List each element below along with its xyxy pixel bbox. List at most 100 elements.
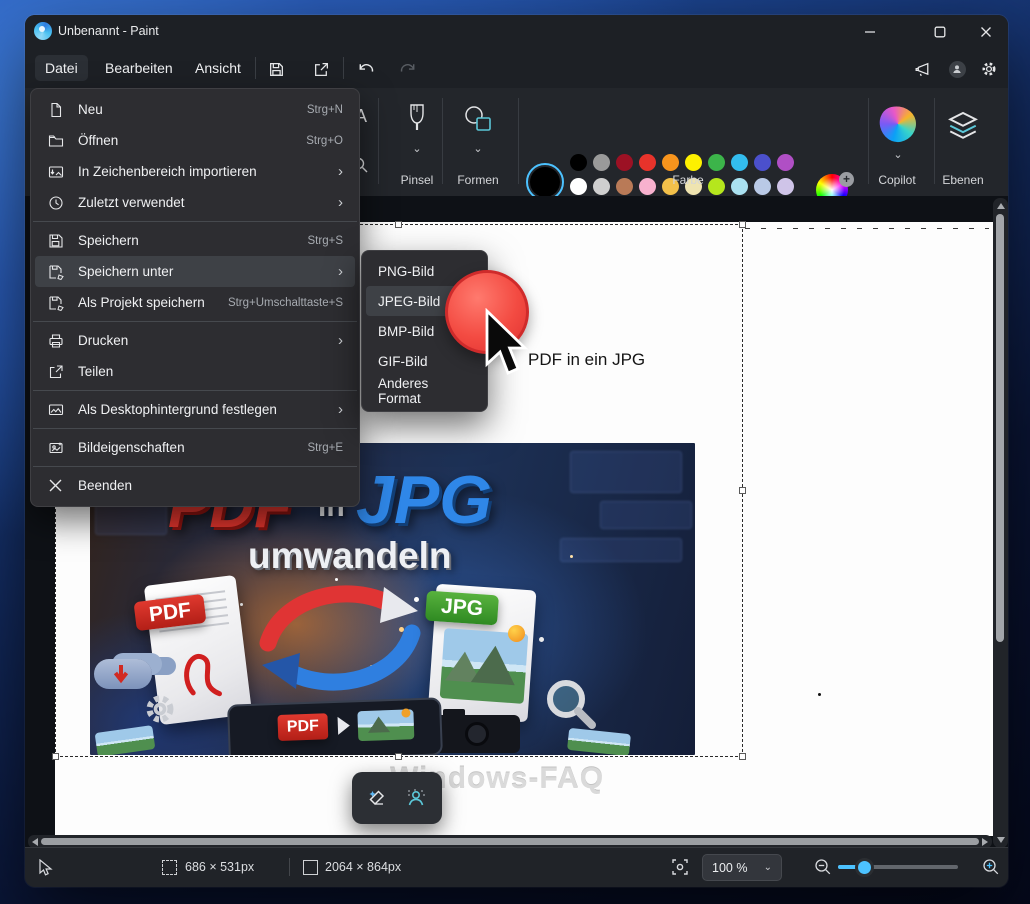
chevron-down-icon: ⌄ (412, 144, 421, 155)
tab-bearbeiten[interactable]: Bearbeiten (95, 55, 183, 81)
submenu-item-label: PNG-Bild (378, 264, 434, 279)
palette-color[interactable] (662, 154, 679, 171)
menu-item-oeffnen[interactable]: Öffnen Strg+O (35, 125, 355, 156)
palette-color[interactable] (731, 178, 748, 195)
menu-item-zuletzt-verwendet[interactable]: Zuletzt verwendet › (35, 187, 355, 218)
menu-item-neu[interactable]: Neu Strg+N (35, 94, 355, 125)
palette-color[interactable] (570, 154, 587, 171)
menu-item-beenden[interactable]: Beenden (35, 470, 355, 501)
close-button[interactable] (971, 19, 1001, 44)
scroll-right-arrow[interactable] (982, 838, 988, 846)
palette-color[interactable] (754, 154, 771, 171)
menu-item-bildeigenschaften[interactable]: Bildeigenschaften Strg+E (35, 432, 355, 463)
submenu-item-label: JPEG-Bild (378, 294, 440, 309)
menu-item-label: Drucken (78, 333, 324, 348)
brush-icon (404, 102, 430, 134)
divider (868, 98, 869, 184)
menu-item-label: Als Desktophintergrund festlegen (78, 402, 324, 417)
palette-color[interactable] (708, 154, 725, 171)
account-avatar[interactable] (942, 56, 972, 82)
save-icon (47, 232, 64, 249)
divider (518, 98, 519, 184)
feedback-megaphone-icon[interactable] (907, 56, 937, 82)
vertical-scrollbar[interactable] (993, 198, 1008, 848)
mouse-cursor (484, 308, 532, 384)
selection-handle[interactable] (395, 753, 402, 760)
zoom-out-button[interactable] (813, 857, 833, 877)
chevron-down-icon: ⌄ (893, 150, 902, 161)
selection-handle[interactable] (52, 753, 59, 760)
palette-color[interactable] (616, 178, 633, 195)
scroll-left-arrow[interactable] (32, 838, 38, 846)
submenu-item-gif[interactable]: GIF-Bild (366, 346, 483, 376)
menu-item-teilen[interactable]: Teilen (35, 356, 355, 387)
canvas-dot (818, 693, 821, 696)
palette-color[interactable] (777, 154, 794, 171)
share-button[interactable] (306, 56, 336, 82)
menu-item-shortcut: Strg+S (308, 235, 343, 247)
scroll-up-arrow[interactable] (997, 203, 1005, 209)
palette-color[interactable] (731, 154, 748, 171)
palette-color[interactable] (593, 178, 610, 195)
chevron-right-icon: › (338, 333, 343, 348)
image-size-value: 2064 × 864px (325, 860, 401, 874)
window-title: Unbenannt - Paint (58, 24, 159, 38)
pointer-status-icon (39, 859, 53, 876)
minimize-button[interactable] (855, 19, 885, 44)
maximize-button[interactable] (925, 19, 955, 44)
menu-separator (33, 428, 357, 429)
divider (289, 858, 290, 876)
palette-color[interactable] (639, 178, 656, 195)
settings-gear-icon[interactable] (974, 56, 1004, 82)
menu-item-speichern-unter[interactable]: Speichern unter › (35, 256, 355, 287)
image-size-icon (303, 860, 318, 875)
selection-handle[interactable] (395, 221, 402, 228)
scroll-down-arrow[interactable] (997, 837, 1005, 843)
zoom-in-button[interactable] (981, 857, 1001, 877)
divider (934, 98, 935, 184)
import-image-icon (47, 163, 64, 180)
chevron-right-icon: › (338, 402, 343, 417)
selection-handle[interactable] (739, 221, 746, 228)
palette-color[interactable] (639, 154, 656, 171)
paint-window: Unbenannt - Paint Datei Bearbeiten Ansic… (25, 15, 1008, 887)
share-icon (47, 363, 64, 380)
redo-button[interactable] (393, 56, 423, 82)
image-properties-icon (47, 439, 64, 456)
vertical-scrollbar-thumb[interactable] (996, 214, 1004, 642)
shapes-icon (462, 104, 494, 134)
tab-ansicht[interactable]: Ansicht (185, 55, 251, 81)
menu-item-speichern[interactable]: Speichern Strg+S (35, 225, 355, 256)
menu-item-desktophintergrund[interactable]: Als Desktophintergrund festlegen › (35, 394, 355, 425)
submenu-item-label: Anderes Format (378, 376, 471, 406)
menu-item-importieren[interactable]: In Zeichenbereich importieren › (35, 156, 355, 187)
remove-background-button[interactable] (404, 786, 428, 810)
menu-item-shortcut: Strg+O (306, 135, 343, 147)
zoom-level-dropdown[interactable]: 100 % ⌄ (702, 854, 782, 881)
palette-color[interactable] (593, 154, 610, 171)
layers-label: Ebenen (942, 173, 983, 187)
menu-separator (33, 466, 357, 467)
palette-color[interactable] (708, 178, 725, 195)
palette-color[interactable] (777, 178, 794, 195)
tab-datei[interactable]: Datei (35, 55, 88, 81)
fit-to-screen-button[interactable] (670, 857, 690, 877)
undo-button[interactable] (350, 56, 380, 82)
save-as-icon (47, 263, 64, 280)
submenu-item-anderes-format[interactable]: Anderes Format (366, 376, 483, 406)
palette-color[interactable] (570, 178, 587, 195)
selection-handle[interactable] (739, 753, 746, 760)
menu-separator (33, 390, 357, 391)
generative-erase-button[interactable] (366, 786, 390, 810)
palette-color[interactable] (754, 178, 771, 195)
palette-color[interactable] (616, 154, 633, 171)
menu-item-drucken[interactable]: Drucken › (35, 325, 355, 356)
selection-handle[interactable] (739, 487, 746, 494)
horizontal-scrollbar-thumb[interactable] (41, 838, 979, 845)
zoom-slider-thumb[interactable] (855, 858, 874, 877)
add-color-icon[interactable]: + (839, 172, 854, 187)
palette-color[interactable] (685, 154, 702, 171)
save-button[interactable] (261, 56, 291, 82)
submenu-item-label: BMP-Bild (378, 324, 434, 339)
menu-item-als-projekt-speichern[interactable]: Als Projekt speichern Strg+Umschalttaste… (35, 287, 355, 318)
